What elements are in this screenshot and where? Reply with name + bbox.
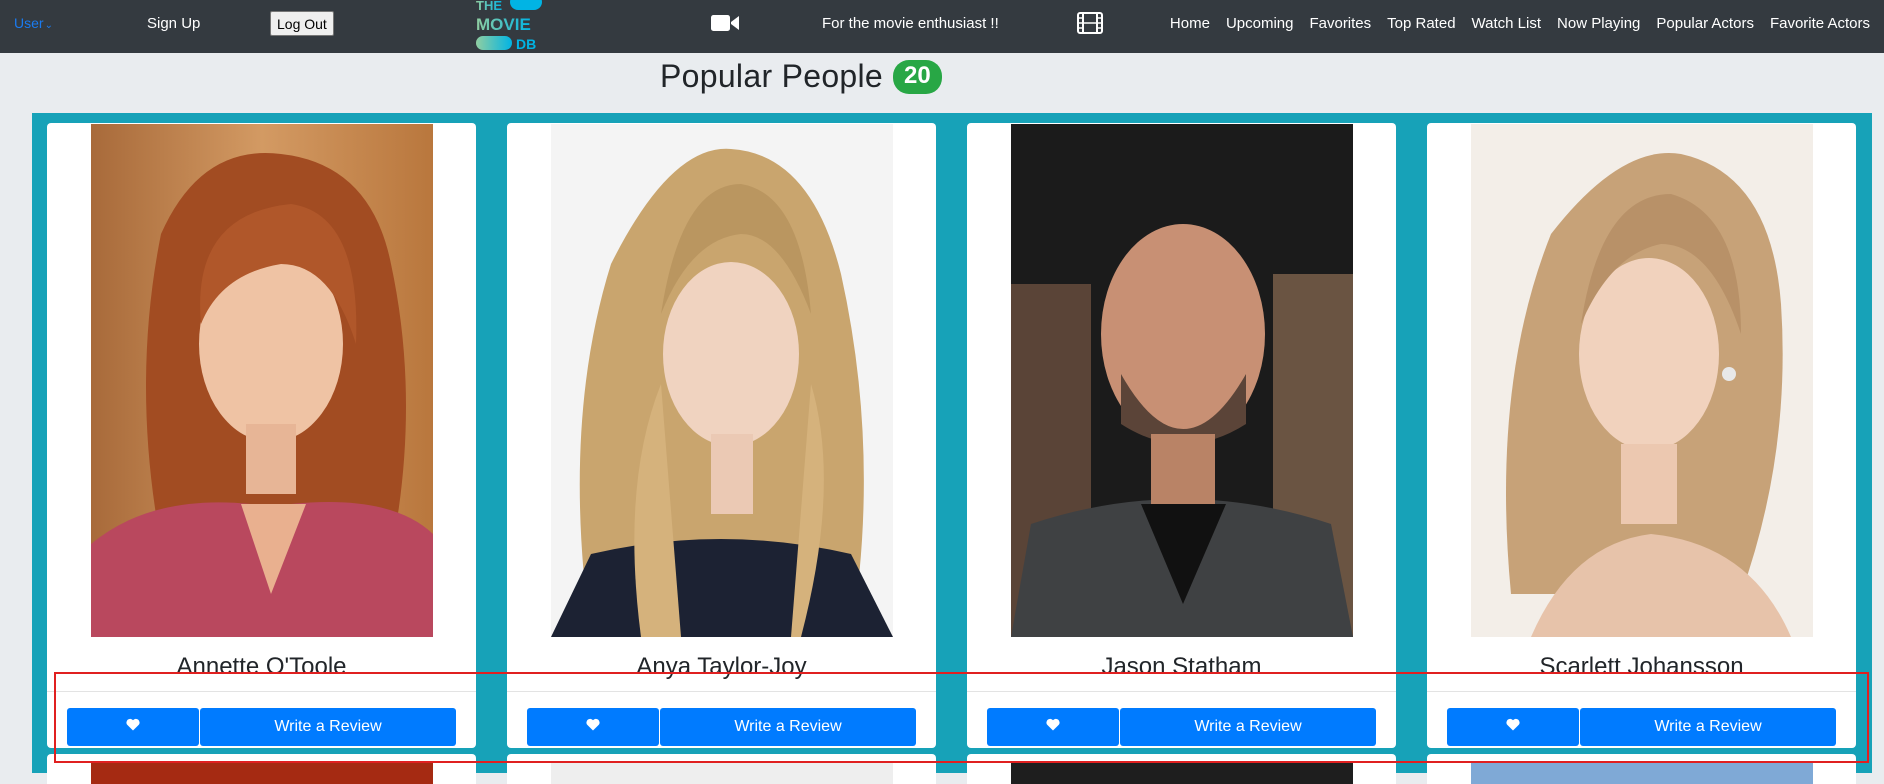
person-photo[interactable] [91, 124, 433, 637]
person-photo[interactable] [1471, 124, 1813, 637]
svg-text:DB: DB [516, 36, 536, 52]
count-badge: 20 [893, 59, 942, 94]
person-photo[interactable] [91, 762, 433, 784]
person-card: Anya Taylor-Joy Write a Review [507, 123, 936, 748]
nav-now-playing[interactable]: Now Playing [1557, 15, 1640, 32]
person-photo[interactable] [551, 762, 893, 784]
sign-up-link[interactable]: Sign Up [147, 15, 200, 32]
person-card: Scarlett Johansson Write a Review [1427, 123, 1856, 748]
top-navbar: User⌄ Sign Up Log Out THE MOVIE DB For t… [0, 0, 1884, 53]
main-nav: Home Upcoming Favorites Top Rated Watch … [1154, 15, 1870, 32]
svg-text:THE: THE [476, 0, 502, 13]
nav-watch-list[interactable]: Watch List [1472, 15, 1541, 32]
nav-upcoming[interactable]: Upcoming [1226, 15, 1294, 32]
chevron-down-icon: ⌄ [44, 20, 53, 31]
nav-top-rated[interactable]: Top Rated [1387, 15, 1455, 32]
film-icon [1077, 12, 1103, 34]
tagline: For the movie enthusiast !! [822, 15, 999, 32]
user-dropdown-label: User [14, 15, 44, 31]
nav-favorites[interactable]: Favorites [1309, 15, 1371, 32]
tmdb-logo[interactable]: THE MOVIE DB [474, 0, 550, 53]
log-out-button[interactable]: Log Out [270, 11, 334, 36]
person-card: Jason Statham Write a Review [967, 123, 1396, 748]
nav-home[interactable]: Home [1170, 15, 1210, 32]
highlight-box [54, 672, 1869, 763]
person-photo[interactable] [551, 124, 893, 637]
person-photo[interactable] [1471, 762, 1813, 784]
svg-text:MOVIE: MOVIE [476, 15, 531, 34]
person-card: Annette O'Toole Write a Review [47, 123, 476, 748]
person-photo[interactable] [1011, 124, 1353, 637]
page-title: Popular People [660, 58, 884, 94]
video-camera-icon [711, 15, 739, 31]
person-photo[interactable] [1011, 762, 1353, 784]
user-dropdown[interactable]: User⌄ [14, 15, 53, 31]
nav-popular-actors[interactable]: Popular Actors [1656, 15, 1754, 32]
page-heading: Popular People 20 [660, 58, 942, 95]
nav-favorite-actors[interactable]: Favorite Actors [1770, 15, 1870, 32]
